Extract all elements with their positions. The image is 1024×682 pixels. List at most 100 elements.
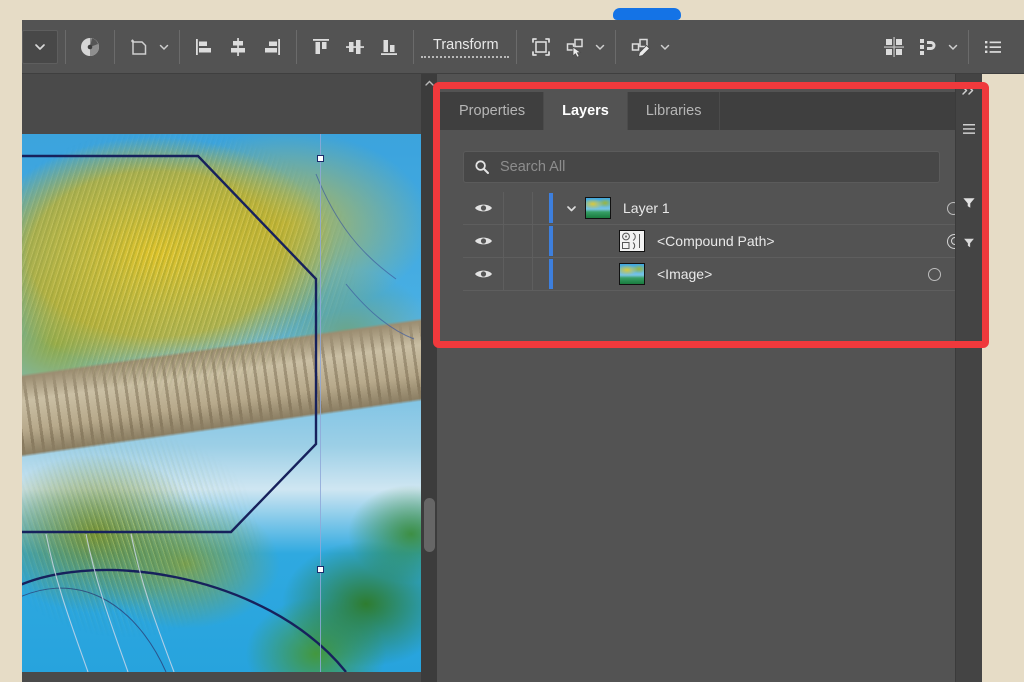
layers-panel-body: Search All Layer 1 <Compound Path> <Imag… [437, 130, 982, 682]
tool-options-dropdown[interactable] [22, 29, 58, 64]
toolbar-separator [413, 29, 414, 64]
isolate-selection-icon [529, 35, 553, 59]
align-center-vertical-icon [343, 35, 367, 59]
select-similar-dropdown[interactable] [592, 30, 608, 64]
distribute-spacing-icon [882, 35, 906, 59]
layer-name[interactable]: <Image> [657, 266, 712, 282]
snap-dropdown[interactable] [945, 30, 961, 64]
selection-guide [320, 134, 321, 672]
align-center-horizontal[interactable] [221, 30, 255, 64]
panel-tab-bar: Properties Layers Libraries [437, 92, 982, 130]
target-indicator[interactable] [914, 267, 960, 281]
select-similar[interactable] [558, 30, 592, 64]
lock-toggle[interactable] [504, 225, 533, 257]
shape-effects[interactable] [122, 30, 156, 64]
layer-color-bar [549, 259, 553, 289]
list-options-icon [982, 36, 1004, 58]
distribute-spacing[interactable] [877, 30, 911, 64]
rail-filter-icon[interactable] [956, 190, 982, 216]
align-right[interactable] [255, 30, 289, 64]
tab-libraries-label: Libraries [645, 103, 702, 119]
scrollbar-thumb[interactable] [424, 498, 435, 552]
layer-row-image[interactable]: <Image> [463, 258, 982, 291]
anchor-point[interactable] [317, 566, 324, 573]
select-similar-icon [563, 35, 587, 59]
search-icon [474, 159, 490, 175]
snap-to-glyph[interactable] [911, 30, 945, 64]
snap-magnet-icon [916, 35, 940, 59]
align-center-horizontal-icon [226, 35, 250, 59]
expand-panels-button[interactable] [956, 78, 982, 104]
search-input[interactable]: Search All [463, 151, 940, 183]
transform-link[interactable]: Transform [421, 35, 509, 58]
visibility-toggle[interactable] [463, 258, 504, 290]
layer-thumbnail [619, 230, 645, 252]
eye-icon [474, 270, 492, 278]
visibility-toggle[interactable] [463, 225, 504, 257]
align-top-icon [309, 35, 333, 59]
toolbar-separator [114, 29, 115, 64]
layer-name[interactable]: Layer 1 [623, 200, 670, 216]
toolbar-separator [614, 29, 616, 64]
layer-color-bar [549, 226, 553, 256]
panel-side-rail [955, 74, 982, 682]
edit-pencil-icon [628, 35, 652, 59]
align-center-vertical[interactable] [338, 30, 372, 64]
control-toolbar: Transform [22, 20, 1024, 74]
tab-properties[interactable]: Properties [437, 92, 545, 130]
align-left-icon [192, 35, 216, 59]
scroll-up-icon[interactable] [421, 74, 437, 92]
align-bottom-icon [377, 35, 401, 59]
layer-row-compound-path[interactable]: <Compound Path> [463, 225, 982, 258]
layers-search-row: Search All [463, 151, 972, 183]
eye-icon [474, 237, 492, 245]
visibility-toggle[interactable] [463, 192, 504, 224]
tab-layers[interactable]: Layers [544, 92, 628, 130]
layer-row-layer-1[interactable]: Layer 1 [463, 192, 982, 225]
tab-layers-label: Layers [562, 103, 609, 119]
window-left-margin [0, 0, 22, 682]
rail-filter-icon-secondary[interactable] [956, 230, 982, 256]
compound-path-outline[interactable] [22, 134, 421, 672]
filter-funnel-icon [963, 198, 975, 208]
document-canvas[interactable] [22, 74, 437, 682]
filter-funnel-icon [964, 238, 974, 248]
align-right-icon [260, 35, 284, 59]
hamburger-menu-icon [963, 124, 975, 134]
edit-toolbar[interactable] [623, 30, 657, 64]
lock-toggle[interactable] [504, 258, 533, 290]
active-tab-indicator[interactable] [613, 8, 681, 20]
layers-list: Layer 1 <Compound Path> <Image> [463, 192, 982, 291]
toolbar-separator [968, 29, 969, 64]
tab-properties-label: Properties [459, 103, 526, 119]
toolbar-separator [515, 29, 517, 64]
panel-options[interactable] [976, 30, 1010, 64]
anchor-point[interactable] [317, 155, 324, 162]
opacity-swatch[interactable] [73, 30, 107, 64]
chevron-down-icon [33, 40, 47, 54]
chevron-down-icon [566, 205, 576, 211]
layers-panel: Properties Layers Libraries Search All L… [437, 74, 982, 682]
edit-toolbar-dropdown[interactable] [657, 30, 673, 64]
layer-thumbnail [619, 263, 645, 285]
align-bottom[interactable] [372, 30, 406, 64]
toolbar-separator [179, 29, 180, 64]
artboard[interactable] [22, 134, 421, 672]
target-circle-icon [928, 267, 941, 281]
align-left[interactable] [187, 30, 221, 64]
panel-menu-button[interactable] [956, 116, 982, 142]
lock-toggle[interactable] [504, 192, 533, 224]
shape-effects-dropdown[interactable] [156, 30, 172, 64]
toolbar-separator [65, 29, 66, 64]
canvas-scrollbar-vertical[interactable] [421, 74, 437, 682]
layer-thumbnail [585, 197, 611, 219]
isolate-selection[interactable] [524, 30, 558, 64]
search-placeholder: Search All [500, 159, 566, 175]
eye-icon [474, 204, 492, 212]
disclosure-triangle[interactable] [557, 202, 585, 215]
layer-name[interactable]: <Compound Path> [657, 233, 775, 249]
opacity-wheel-icon [78, 35, 102, 59]
layer-color-bar [549, 193, 553, 223]
tab-libraries[interactable]: Libraries [627, 92, 721, 130]
align-top[interactable] [304, 30, 338, 64]
